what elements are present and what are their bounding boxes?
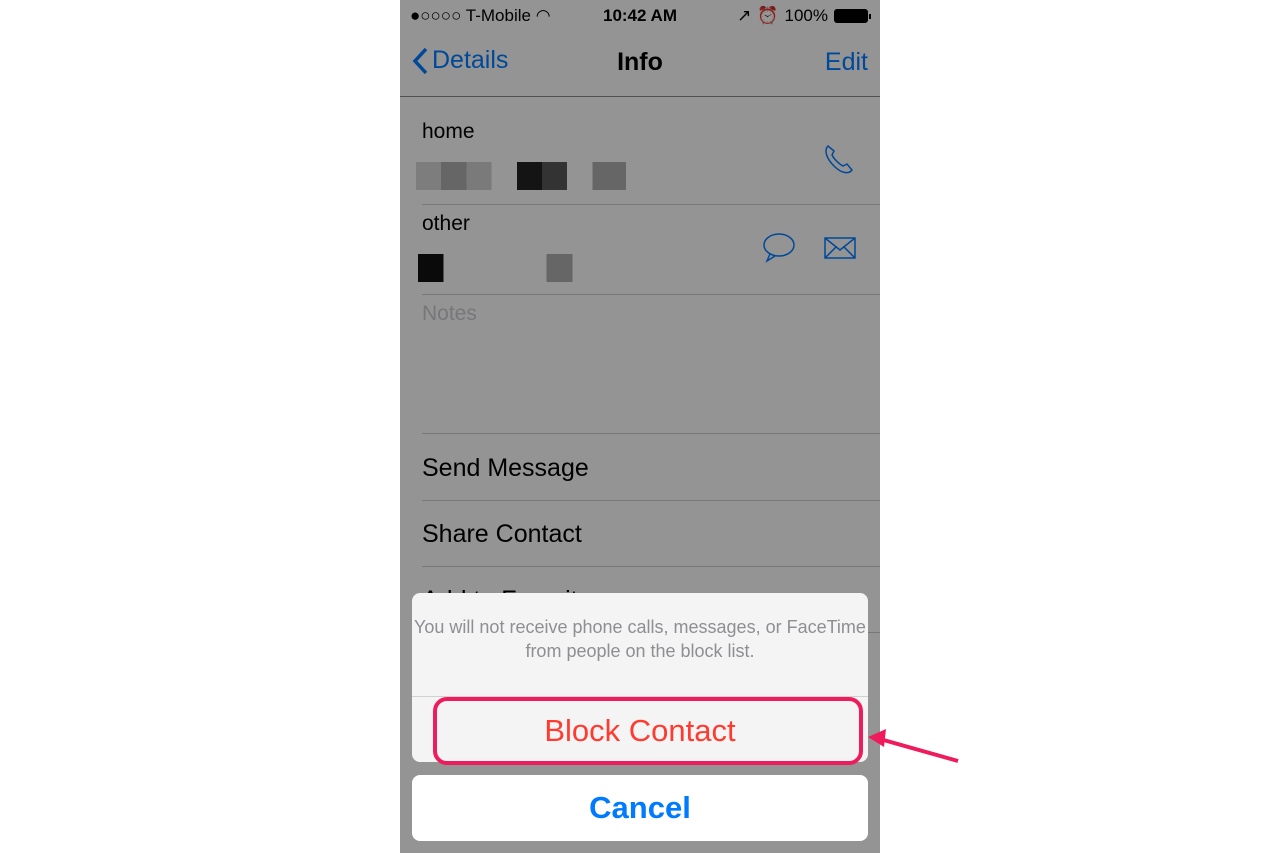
sheet-message: You will not receive phone calls, messag… xyxy=(414,617,866,661)
annotation-arrow-icon xyxy=(868,729,959,763)
cancel-button[interactable]: Cancel xyxy=(412,775,868,841)
annotation-highlight xyxy=(433,697,863,765)
cancel-label: Cancel xyxy=(589,790,691,825)
